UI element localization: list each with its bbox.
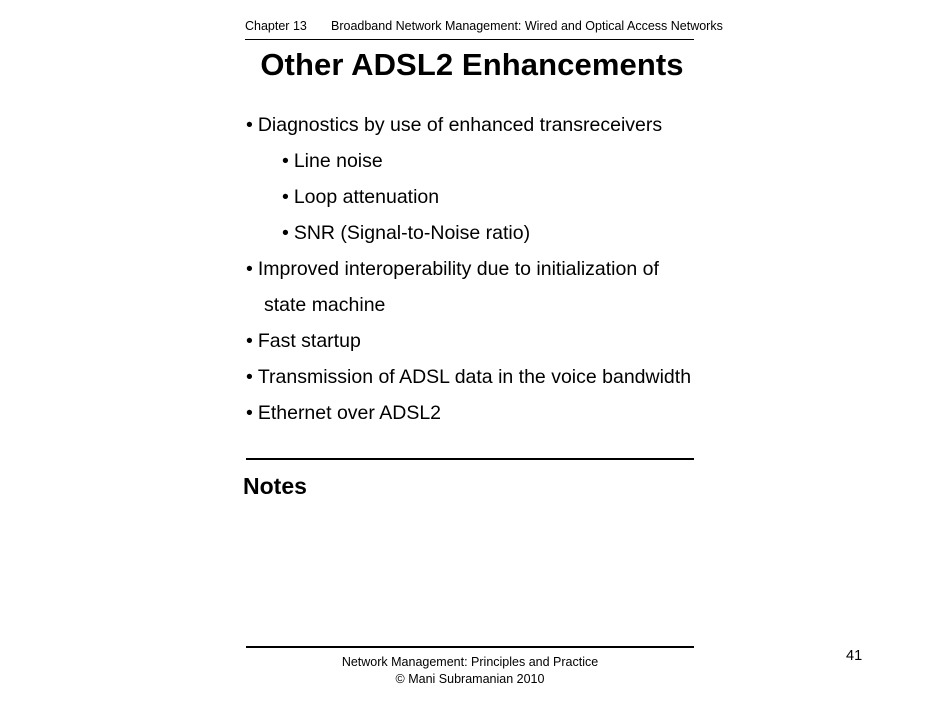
list-item: • Transmission of ADSL data in the voice … bbox=[246, 359, 716, 395]
bullet-marker-icon: • bbox=[282, 222, 289, 244]
list-item-continuation: state machine bbox=[246, 287, 716, 323]
list-item-label: Ethernet over ADSL2 bbox=[257, 402, 442, 424]
header-title-label: Broadband Network Management: Wired and … bbox=[331, 19, 723, 33]
list-item-label: Diagnostics by use of enhanced transrece… bbox=[257, 114, 663, 136]
list-item-label: Line noise bbox=[293, 150, 383, 172]
list-item: • Ethernet over ADSL2 bbox=[246, 395, 716, 431]
list-item-label: Loop attenuation bbox=[293, 186, 440, 208]
bullet-list: • Diagnostics by use of enhanced transrec… bbox=[246, 107, 716, 431]
list-item: • SNR (Signal-to-Noise ratio) bbox=[246, 215, 716, 251]
bullet-marker-icon: • bbox=[246, 114, 253, 136]
bullet-marker-icon: • bbox=[282, 186, 289, 208]
footer-line-2: © Mani Subramanian 2010 bbox=[395, 672, 545, 686]
list-item-label: SNR (Signal-to-Noise ratio) bbox=[293, 222, 531, 244]
list-item: • Loop attenuation bbox=[246, 179, 716, 215]
header-divider bbox=[245, 39, 694, 40]
page-number: 41 bbox=[846, 648, 863, 664]
slide-header: Chapter 13 Broadband Network Management:… bbox=[245, 19, 723, 41]
slide-canvas: Chapter 13 Broadband Network Management:… bbox=[0, 0, 941, 706]
header-chapter-label: Chapter 13 bbox=[245, 19, 307, 33]
list-item: • Fast startup bbox=[246, 323, 716, 359]
list-item-label: Improved interoperability due to initial… bbox=[257, 258, 659, 280]
list-item-label: Transmission of ADSL data in the voice b… bbox=[257, 366, 692, 388]
notes-divider bbox=[246, 458, 694, 460]
footer-line-1: Network Management: Principles and Pract… bbox=[341, 655, 599, 669]
list-item-label: state machine bbox=[264, 294, 386, 316]
list-item-label: Fast startup bbox=[257, 330, 361, 352]
bullet-marker-icon: • bbox=[246, 366, 253, 388]
list-item: • Improved interoperability due to initia… bbox=[246, 251, 716, 287]
page-title: Other ADSL2 Enhancements bbox=[260, 47, 684, 82]
bullet-marker-icon: • bbox=[282, 150, 289, 172]
list-item: • Line noise bbox=[246, 143, 716, 179]
bullet-marker-icon: • bbox=[246, 402, 253, 424]
bullet-marker-icon: • bbox=[246, 258, 253, 280]
list-item: • Diagnostics by use of enhanced transrec… bbox=[246, 107, 716, 143]
footer-divider bbox=[246, 646, 694, 648]
header-row: Chapter 13 Broadband Network Management:… bbox=[245, 19, 723, 33]
bullet-marker-icon: • bbox=[246, 330, 253, 352]
footer: Network Management: Principles and Pract… bbox=[246, 654, 694, 688]
notes-heading: Notes bbox=[243, 473, 307, 499]
